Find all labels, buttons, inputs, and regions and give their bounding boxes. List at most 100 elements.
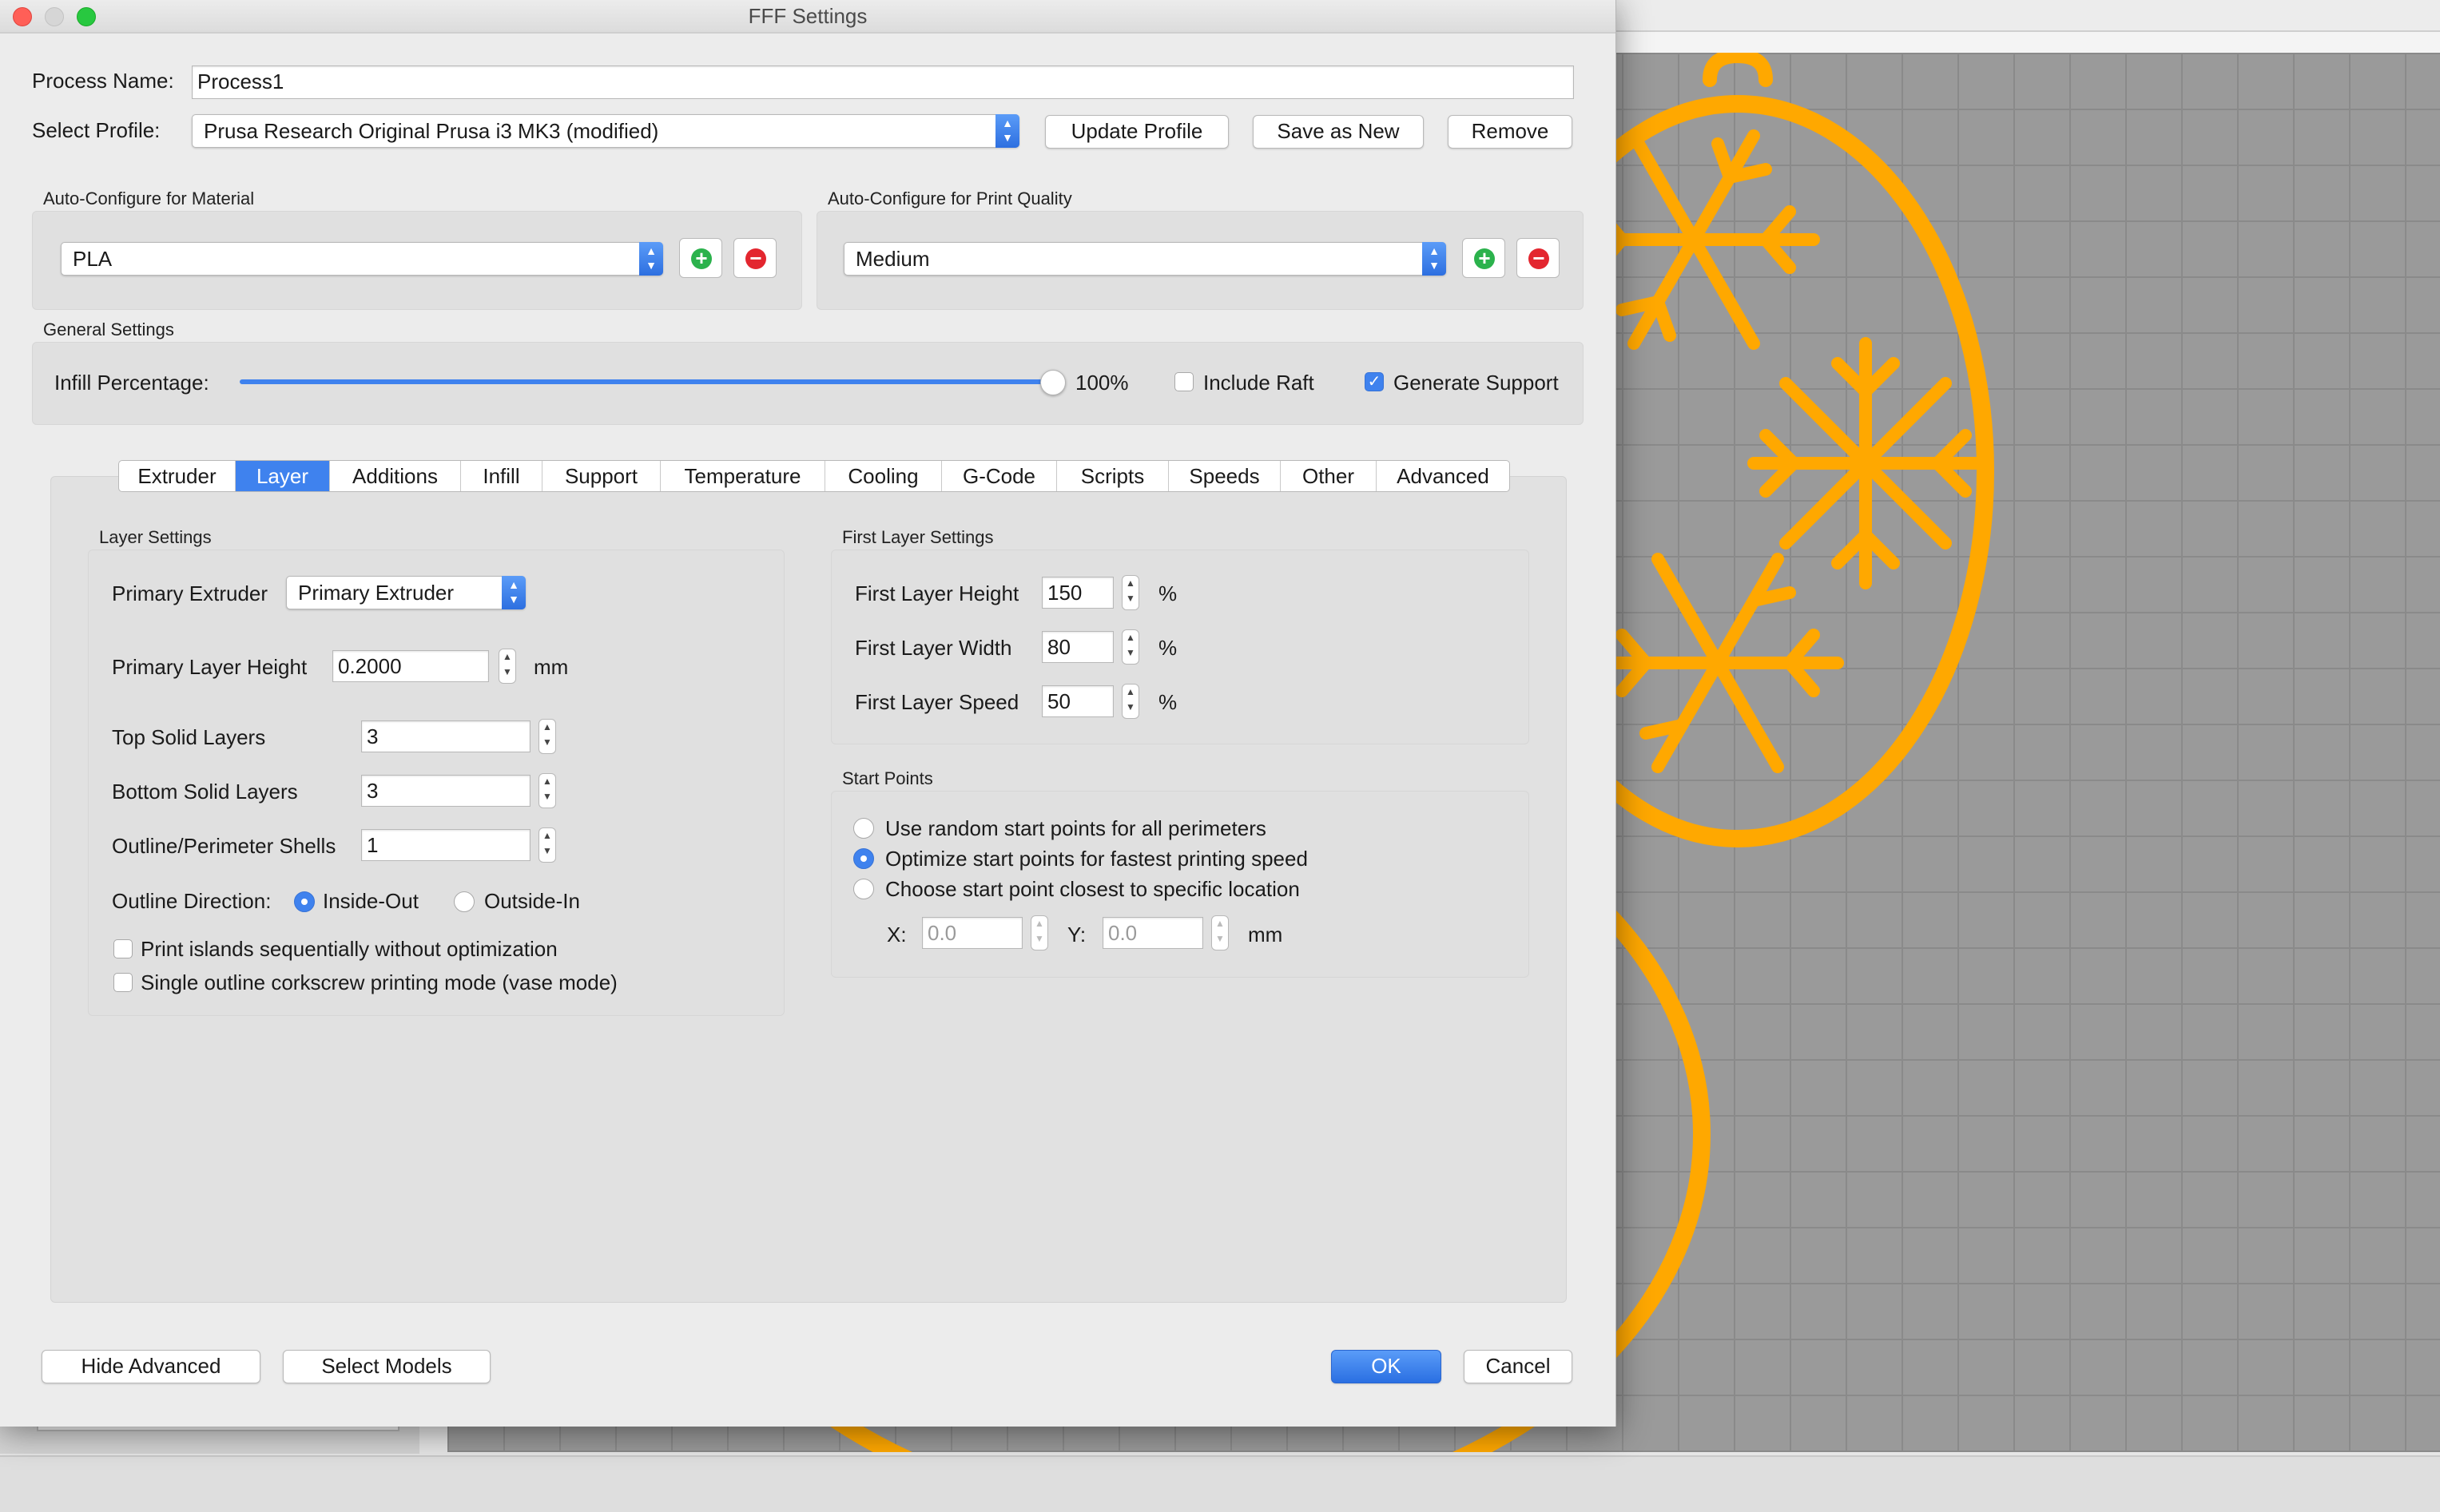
tab-support[interactable]: Support	[542, 461, 661, 491]
print-islands-label: Print islands sequentially without optim…	[141, 937, 558, 961]
add-quality-button[interactable]: +	[1462, 238, 1505, 278]
settings-tabs: Extruder Layer Additions Infill Support …	[118, 460, 1510, 492]
layer-height-input[interactable]: 0.2000	[332, 650, 489, 682]
start-y-input[interactable]: 0.0	[1103, 917, 1203, 949]
tab-infill[interactable]: Infill	[461, 461, 542, 491]
first-layer-height-input[interactable]: 150	[1042, 577, 1114, 609]
plus-icon: +	[1474, 248, 1495, 269]
profile-select[interactable]: Prusa Research Original Prusa i3 MK3 (mo…	[192, 114, 1019, 148]
first-layer-width-label: First Layer Width	[855, 636, 1012, 660]
infill-value: 100%	[1075, 371, 1129, 395]
first-layer-width-stepper[interactable]: ▲ ▼	[1122, 629, 1139, 665]
bottom-solid-input[interactable]: 3	[361, 775, 531, 807]
outside-in-radio[interactable]	[454, 891, 475, 912]
infill-slider-track[interactable]	[240, 379, 1055, 384]
quality-select-value: Medium	[856, 247, 930, 271]
shells-label: Outline/Perimeter Shells	[112, 834, 336, 858]
generate-support-label: Generate Support	[1393, 371, 1559, 395]
updown-arrows-icon: ▲ ▼	[502, 576, 526, 609]
outline-direction-label: Outline Direction:	[112, 889, 272, 913]
shells-stepper[interactable]: ▲ ▼	[538, 827, 556, 863]
start-y-stepper[interactable]: ▲ ▼	[1211, 915, 1229, 950]
snowflake-3	[1592, 553, 1844, 773]
start-x-stepper[interactable]: ▲ ▼	[1031, 915, 1048, 950]
random-start-radio[interactable]	[853, 818, 874, 839]
tab-other[interactable]: Other	[1281, 461, 1377, 491]
closest-start-label: Choose start point closest to specific l…	[885, 877, 1300, 901]
vase-mode-label: Single outline corkscrew printing mode (…	[141, 970, 618, 994]
layer-section-title: Layer Settings	[99, 527, 212, 547]
tab-additions[interactable]: Additions	[330, 461, 461, 491]
first-layer-width-input[interactable]: 80	[1042, 631, 1114, 663]
start-unit: mm	[1248, 923, 1283, 946]
material-select[interactable]: PLA ▲ ▼	[61, 242, 663, 276]
app-status-bar	[0, 1455, 2440, 1512]
vase-mode-checkbox[interactable]	[113, 973, 133, 992]
remove-quality-button[interactable]: −	[1516, 238, 1560, 278]
tab-advanced[interactable]: Advanced	[1377, 461, 1509, 491]
minus-icon: −	[1528, 248, 1549, 269]
layer-height-stepper[interactable]: ▲ ▼	[499, 649, 516, 684]
start-y-label: Y:	[1067, 923, 1087, 946]
print-islands-checkbox[interactable]	[113, 939, 133, 958]
primary-extruder-label: Primary Extruder	[112, 581, 268, 605]
layer-height-unit: mm	[534, 655, 569, 679]
title-bar[interactable]: FFF Settings	[0, 0, 1615, 34]
material-section-title: Auto-Configure for Material	[43, 189, 255, 208]
first-layer-height-stepper[interactable]: ▲ ▼	[1122, 575, 1139, 610]
first-layer-width-unit: %	[1158, 636, 1178, 660]
optimize-start-label: Optimize start points for fastest printi…	[885, 847, 1308, 871]
top-solid-input[interactable]: 3	[361, 720, 531, 752]
update-profile-button[interactable]: Update Profile	[1045, 115, 1229, 149]
include-raft-label: Include Raft	[1203, 371, 1314, 395]
closest-start-radio[interactable]	[853, 879, 874, 899]
cancel-button[interactable]: Cancel	[1464, 1350, 1572, 1383]
shells-input[interactable]: 1	[361, 829, 531, 861]
tab-g-code[interactable]: G-Code	[942, 461, 1057, 491]
include-raft-checkbox[interactable]	[1174, 372, 1194, 391]
process-name-label: Process Name:	[32, 69, 174, 93]
process-name-input[interactable]: Process1	[192, 65, 1574, 99]
add-material-button[interactable]: +	[679, 238, 722, 278]
primary-extruder-select[interactable]: Primary Extruder ▲ ▼	[286, 576, 526, 609]
start-x-input[interactable]: 0.0	[922, 917, 1023, 949]
ok-button[interactable]: OK	[1331, 1350, 1441, 1383]
tab-scripts[interactable]: Scripts	[1057, 461, 1169, 491]
remove-profile-button[interactable]: Remove	[1448, 115, 1572, 149]
profile-select-value: Prusa Research Original Prusa i3 MK3 (mo…	[204, 119, 659, 143]
random-start-label: Use random start points for all perimete…	[885, 816, 1266, 840]
generate-support-checkbox[interactable]: ✓	[1365, 372, 1384, 391]
quality-select[interactable]: Medium ▲ ▼	[844, 242, 1446, 276]
tab-extruder[interactable]: Extruder	[119, 461, 236, 491]
first-layer-speed-stepper[interactable]: ▲ ▼	[1122, 684, 1139, 719]
optimize-start-radio[interactable]	[853, 848, 874, 869]
select-models-button[interactable]: Select Models	[283, 1350, 491, 1383]
save-as-new-button[interactable]: Save as New	[1253, 115, 1424, 149]
tab-speeds[interactable]: Speeds	[1169, 461, 1281, 491]
first-layer-speed-input[interactable]: 50	[1042, 685, 1114, 717]
fff-settings-dialog: FFF Settings Process Name: Process1 Sele…	[0, 0, 1616, 1427]
tab-layer[interactable]: Layer	[236, 461, 330, 491]
quality-section-title: Auto-Configure for Print Quality	[828, 189, 1072, 208]
outside-in-label: Outside-In	[484, 889, 580, 913]
tab-cooling[interactable]: Cooling	[825, 461, 942, 491]
first-layer-height-unit: %	[1158, 581, 1178, 605]
snowflake-2	[1747, 337, 1984, 589]
app-toolbar	[1614, 0, 2440, 32]
inside-out-label: Inside-Out	[323, 889, 419, 913]
first-layer-height-label: First Layer Height	[855, 581, 1019, 605]
general-section-title: General Settings	[43, 319, 174, 339]
hide-advanced-button[interactable]: Hide Advanced	[42, 1350, 260, 1383]
tab-temperature[interactable]: Temperature	[661, 461, 825, 491]
remove-material-button[interactable]: −	[733, 238, 777, 278]
material-select-value: PLA	[73, 247, 113, 271]
minus-icon: −	[745, 248, 766, 269]
plus-icon: +	[691, 248, 712, 269]
bottom-solid-stepper[interactable]: ▲ ▼	[538, 773, 556, 808]
bottom-solid-label: Bottom Solid Layers	[112, 780, 298, 804]
first-layer-speed-label: First Layer Speed	[855, 690, 1019, 714]
inside-out-radio[interactable]	[294, 891, 315, 912]
top-solid-label: Top Solid Layers	[112, 725, 266, 749]
top-solid-stepper[interactable]: ▲ ▼	[538, 719, 556, 754]
infill-slider-knob[interactable]	[1040, 370, 1066, 395]
